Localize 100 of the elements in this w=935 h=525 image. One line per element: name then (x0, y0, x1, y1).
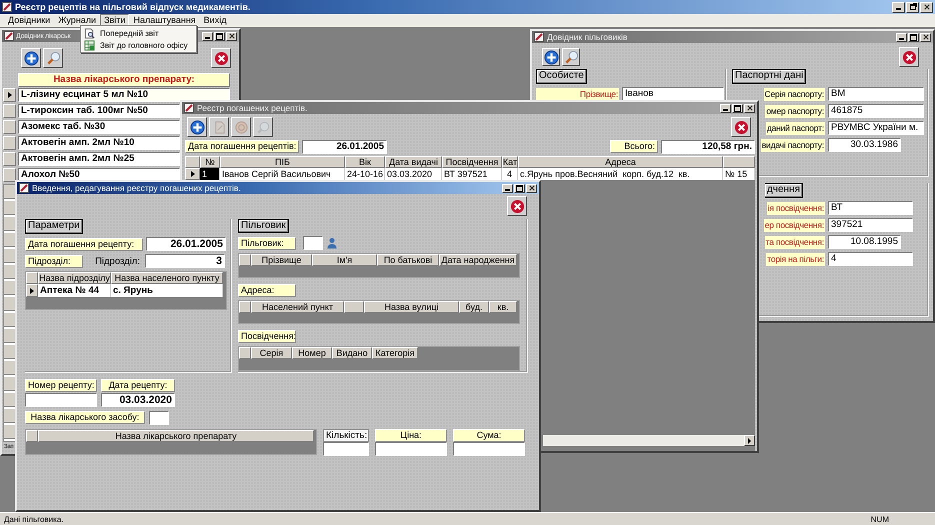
field-label: Прізвище: (536, 88, 619, 100)
maximize-button[interactable] (732, 104, 743, 112)
minimize-icon (205, 37, 210, 39)
close-button[interactable] (507, 196, 527, 216)
add-button[interactable] (542, 48, 560, 66)
minimize-button[interactable] (720, 104, 731, 112)
horizontal-scrollbar[interactable] (543, 435, 755, 446)
field-label: омер паспорту: (765, 104, 825, 118)
input-field[interactable] (303, 236, 323, 250)
menu-item[interactable]: Налаштування (129, 14, 200, 27)
field-label: Дата рецепту: (101, 379, 175, 392)
input-field[interactable]: 10.08.1995 (828, 235, 901, 249)
field-label: Дата погашення рецепту: (25, 238, 143, 250)
close-button[interactable] (920, 32, 931, 42)
close-button[interactable] (744, 104, 755, 112)
group-title: Параметри (25, 219, 83, 234)
input-field[interactable]: ВМ (828, 87, 924, 101)
document-search-icon (84, 28, 95, 38)
search-icon (46, 50, 60, 66)
column-header: Видано (332, 347, 372, 360)
window-title: Реєстр погашених рецептів. (197, 103, 308, 113)
list-item[interactable]: Актовегін амп. 2мл №10 (18, 136, 180, 150)
close-button[interactable] (920, 2, 933, 12)
minimize-button[interactable] (502, 184, 513, 192)
column-header: Вік (345, 156, 385, 168)
column-header: Категорія (372, 347, 418, 360)
input-field[interactable] (25, 393, 97, 407)
maximize-button[interactable] (514, 184, 525, 192)
list-item[interactable]: Азомекс таб. №30 (18, 120, 180, 134)
maximize-button[interactable] (214, 32, 225, 40)
date-field[interactable]: 26.01.2005 (146, 237, 226, 251)
input-field[interactable]: 3 (145, 254, 225, 268)
column-header: Дата видачі (385, 156, 442, 168)
row-header (3, 120, 16, 134)
scroll-right-button[interactable] (744, 435, 755, 446)
menu-item[interactable]: Звіт до головного офісу (81, 39, 196, 51)
num-lock-indicator: NUM (870, 514, 889, 524)
input-field[interactable] (323, 442, 369, 456)
close-button[interactable] (211, 48, 231, 68)
field-label: Дата погашення рецептів: (185, 140, 299, 153)
menu-item[interactable]: Попередній звіт (81, 27, 196, 39)
minimize-button[interactable] (202, 32, 213, 40)
group-title: Паспортні дані (732, 69, 806, 84)
close-button[interactable] (526, 184, 537, 192)
minimize-button[interactable] (892, 2, 905, 12)
close-icon (228, 33, 234, 39)
field-label: Всього: (610, 140, 658, 153)
person-icon[interactable] (326, 237, 338, 249)
menu-item[interactable]: Вихід (200, 14, 230, 27)
field-label: Підрозділ: (94, 254, 141, 268)
input-field[interactable]: ВТ (828, 201, 913, 215)
field-label: ер посвідчення: (764, 218, 825, 232)
close-icon (734, 120, 748, 134)
field-label: Кількість: (323, 429, 369, 442)
maximize-button[interactable] (908, 32, 919, 42)
column-header: кв. (489, 300, 517, 313)
input-field[interactable]: РВУМВС України м. (828, 121, 924, 135)
menu-item[interactable]: Журнали (54, 14, 100, 27)
row-header (3, 152, 16, 166)
field-label: Ціна: (375, 429, 447, 442)
minimize-button[interactable] (896, 32, 907, 42)
input-field[interactable] (375, 442, 447, 456)
list-item[interactable]: L-тироксин таб. 100мг №50 (18, 104, 180, 118)
field-label: Сума: (453, 429, 525, 442)
window-title: Введення, редагування реєстру погашених рецептів. (32, 183, 241, 193)
app-title: Реєстр рецептів на пільговий відпуск медикаментів. (15, 2, 250, 12)
input-field[interactable] (149, 411, 169, 425)
input-field[interactable]: 461875 (828, 104, 924, 118)
restore-button[interactable] (906, 2, 919, 12)
input-field[interactable]: Іванов (622, 87, 724, 101)
minimize-icon (899, 38, 904, 40)
close-button[interactable] (731, 117, 751, 137)
input-field[interactable]: 30.03.1986 (828, 138, 901, 152)
input-field[interactable]: 397521 (828, 218, 913, 232)
input-field[interactable] (453, 442, 525, 456)
close-button[interactable] (226, 32, 237, 40)
table-cell: 1 (200, 168, 220, 180)
field-label: Посвідчення: (238, 330, 296, 344)
maximize-icon (516, 184, 523, 192)
column-header (344, 300, 364, 313)
column-header: Дата народження (439, 254, 517, 266)
field-label: Підрозділ: (25, 254, 83, 268)
table-cell: Іванов Сергій Васильович (220, 168, 345, 180)
search-button[interactable] (562, 48, 580, 66)
input-field[interactable]: 4 (828, 252, 913, 266)
date-field[interactable]: 26.01.2005 (302, 140, 387, 154)
table-cell: Аптека № 44 (38, 284, 111, 297)
column-header (26, 430, 38, 442)
app-icon (4, 31, 14, 41)
column-header (723, 156, 755, 168)
field-label: торія на пільги: (766, 252, 825, 266)
close-button[interactable] (899, 47, 919, 67)
list-item[interactable]: L-лізину есцинат 5 мл №10 (18, 88, 230, 102)
column-header: Серія (251, 347, 292, 360)
column-header: Назва підрозділу (38, 272, 111, 284)
list-item[interactable]: Актовегін амп. 2мл №25 (18, 152, 180, 166)
column-header: Кат (502, 156, 518, 168)
menu-item[interactable]: Довідники (4, 14, 54, 27)
search-button[interactable] (43, 48, 63, 68)
date-field[interactable]: 03.03.2020 (101, 393, 175, 407)
